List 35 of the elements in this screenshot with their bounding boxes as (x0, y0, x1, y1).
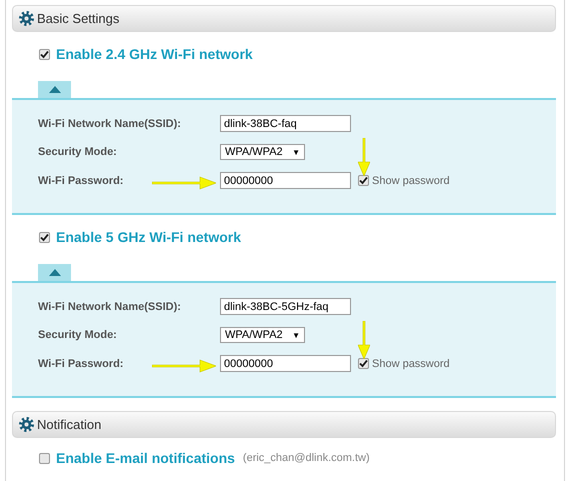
field-label: Security Mode: (38, 329, 117, 341)
collapse-tab[interactable] (38, 81, 71, 98)
network-title: Enable 5 GHz Wi-Fi network (56, 229, 242, 245)
section-title: Notification (37, 417, 102, 432)
field-label: Wi-Fi Password: (38, 358, 124, 370)
field-label: Wi-Fi Password: (38, 174, 124, 186)
gear-icon (19, 417, 34, 432)
password-field[interactable]: 00000000 (220, 172, 351, 189)
collapse-icon (48, 269, 60, 276)
password-field[interactable]: 00000000 (220, 355, 351, 372)
checkbox[interactable] (39, 452, 50, 464)
input-field[interactable]: dlink-38BC-faq (220, 115, 351, 132)
arrow-icon (152, 359, 216, 373)
collapse-icon (48, 86, 60, 93)
field-label: Wi-Fi Network Name(SSID): (38, 118, 181, 130)
gear-icon (19, 11, 34, 26)
email-address: (eric_chan@dlink.com.tw) (242, 452, 370, 464)
checkbox-label: Show password (372, 174, 450, 186)
checkbox[interactable] (358, 175, 369, 186)
network-title: Enable 2.4 GHz Wi-Fi network (56, 46, 253, 62)
input-field[interactable]: dlink-38BC-5GHz-faq (220, 298, 351, 315)
collapse-tab[interactable] (38, 264, 71, 281)
dropdown[interactable]: WPA/WPA2 ▼ (220, 144, 305, 160)
arrow-icon (358, 138, 370, 176)
section-title: Basic Settings (37, 11, 120, 26)
checkbox[interactable] (39, 232, 50, 242)
notification-title: Enable E-mail notifications (56, 450, 235, 466)
field-label: Security Mode: (38, 146, 117, 158)
checkbox[interactable] (358, 358, 369, 369)
field-label: Wi-Fi Network Name(SSID): (38, 300, 181, 312)
dropdown[interactable]: WPA/WPA2 ▼ (220, 327, 305, 343)
arrow-icon (152, 176, 216, 190)
checkbox-label: Show password (372, 358, 450, 370)
arrow-icon (358, 321, 370, 359)
checkbox[interactable] (39, 48, 50, 60)
